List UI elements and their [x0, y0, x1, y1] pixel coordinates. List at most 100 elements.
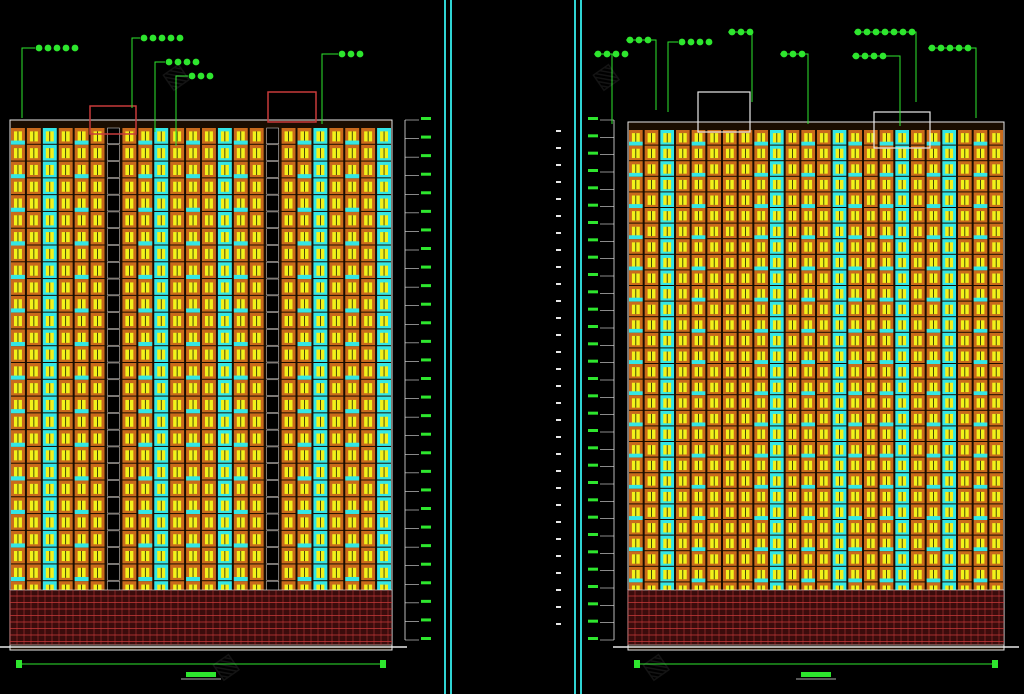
level-mark: [588, 637, 598, 640]
level-mark: [421, 135, 431, 139]
level-mark: [588, 290, 598, 294]
level-text-mark: [556, 504, 561, 506]
callout-tag-glyph: [678, 38, 686, 46]
callout-tag-glyph: [737, 28, 745, 36]
level-mark: [588, 134, 598, 138]
level-text-mark: [556, 334, 561, 336]
level-mark: [588, 429, 598, 432]
callout-tag-glyph: [728, 28, 736, 36]
level-mark: [588, 481, 598, 484]
level-mark: [421, 265, 431, 269]
level-text-mark: [556, 419, 561, 421]
level-mark: [421, 284, 431, 288]
level-mark: [421, 358, 431, 362]
level-mark: [421, 247, 431, 250]
level-mark: [588, 169, 598, 172]
callout-tag-glyph: [890, 28, 898, 36]
callout-tag-glyph: [149, 34, 157, 42]
level-mark: [588, 446, 598, 450]
level-mark: [421, 191, 431, 195]
level-text-mark: [556, 589, 561, 591]
level-mark: [588, 255, 598, 259]
level-mark: [421, 637, 431, 640]
callout-tag-glyph: [854, 28, 862, 36]
level-mark: [421, 507, 431, 510]
callout-tag-glyph: [35, 44, 43, 52]
callout-tag-glyph: [603, 50, 611, 58]
sheet-border-left-inner: [450, 0, 452, 694]
level-mark: [421, 599, 431, 603]
level-mark: [588, 498, 598, 502]
callout-tag-glyph: [626, 36, 634, 44]
level-text-mark: [556, 198, 561, 200]
callout-tag-glyph: [44, 44, 52, 52]
level-text-mark: [556, 470, 561, 472]
level-mark: [421, 172, 431, 176]
callout-tag-glyph: [937, 44, 945, 52]
level-text-mark: [556, 402, 561, 404]
level-text-mark: [556, 555, 561, 557]
level-text-mark: [556, 487, 561, 489]
level-text-mark: [556, 147, 561, 149]
callout-tag-glyph: [621, 50, 629, 58]
drawing-title-mark: [186, 672, 216, 677]
level-text-mark: [556, 317, 561, 319]
level-mark: [588, 394, 598, 398]
level-text-mark: [556, 538, 561, 540]
callout-tag-glyph: [176, 34, 184, 42]
callout-tag-glyph: [338, 50, 346, 58]
level-mark: [588, 325, 598, 328]
level-mark: [421, 562, 431, 566]
callout-tag-glyph: [696, 38, 704, 46]
cad-drawing-canvas: ▧ ▧▧ ▧: [0, 0, 1024, 694]
callout-tag-glyph: [879, 52, 887, 60]
callout-tag-glyph: [789, 50, 797, 58]
podium-base: [9, 589, 393, 646]
drawing-title-mark: [801, 672, 831, 677]
callout-tag-glyph: [192, 58, 200, 66]
level-text-mark: [556, 453, 561, 455]
level-mark: [421, 209, 431, 213]
level-mark: [421, 377, 431, 380]
level-mark: [421, 469, 431, 473]
callout-tag-glyph: [946, 44, 954, 52]
callout-tag-glyph: [644, 36, 652, 44]
callout-tag-glyph: [594, 50, 602, 58]
level-mark: [588, 238, 598, 242]
level-mark: [588, 342, 598, 346]
callout-tag-glyph: [71, 44, 79, 52]
level-text-mark: [556, 385, 561, 387]
callout-tag-glyph: [206, 72, 214, 80]
sheet-border-left: [444, 0, 446, 694]
level-text-mark: [556, 164, 561, 166]
level-text-mark: [556, 130, 561, 132]
level-mark: [588, 221, 598, 224]
callout-tag-glyph: [635, 36, 643, 44]
level-mark: [588, 186, 598, 190]
callout-tag-glyph: [612, 50, 620, 58]
level-mark: [588, 550, 598, 554]
level-mark: [421, 395, 431, 399]
level-mark: [588, 515, 598, 519]
callout-tag-glyph: [158, 34, 166, 42]
sheet-border-right-inner: [580, 0, 582, 694]
callout-tag-glyph: [705, 38, 713, 46]
level-mark: [421, 488, 431, 492]
podium-base: [627, 589, 1005, 646]
callout-tag-glyph: [780, 50, 788, 58]
callout-tag-glyph: [852, 52, 860, 60]
callout-tag-glyph: [356, 50, 364, 58]
callout-tag-glyph: [347, 50, 355, 58]
level-mark: [421, 432, 431, 436]
callout-tag-glyph: [928, 44, 936, 52]
level-text-mark: [556, 232, 561, 234]
left-elevation-drawing: [0, 34, 431, 680]
callout-tag-glyph: [746, 28, 754, 36]
level-text-mark: [556, 249, 561, 251]
sheet-border-right: [574, 0, 576, 694]
callout-tag-glyph: [863, 28, 871, 36]
level-mark: [421, 451, 431, 455]
level-text-mark: [556, 368, 561, 370]
level-mark: [421, 525, 431, 529]
level-mark: [588, 602, 598, 606]
